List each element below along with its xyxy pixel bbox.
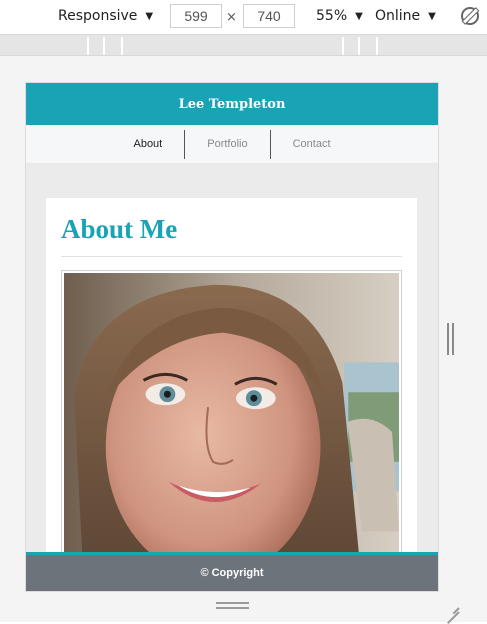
site-nav: About Portfolio Contact — [26, 125, 438, 164]
about-card: About Me — [46, 198, 417, 591]
device-select-label: Responsive — [58, 8, 138, 24]
rotate-icon[interactable] — [461, 7, 479, 25]
resize-handle-corner[interactable] — [443, 597, 459, 613]
copyright-text: © Copyright — [200, 567, 264, 579]
nav-link-portfolio[interactable]: Portfolio — [185, 130, 269, 159]
site-title[interactable]: Lee Templeton — [179, 97, 286, 112]
viewport-height-input[interactable]: 740 — [243, 4, 295, 28]
zoom-select[interactable]: 55% ▼ — [316, 8, 363, 24]
ruler-tick — [342, 37, 344, 55]
ruler-tick — [121, 37, 123, 55]
network-select-label: Online — [375, 8, 421, 24]
profile-photo — [61, 270, 402, 591]
ruler-tick — [358, 37, 360, 55]
ruler-tick — [103, 37, 105, 55]
nav-link-contact[interactable]: Contact — [271, 130, 353, 159]
portrait-image — [64, 273, 399, 588]
site-header: Lee Templeton — [26, 83, 438, 125]
nav-link-about[interactable]: About — [111, 130, 184, 159]
ruler-tick — [87, 37, 89, 55]
caret-down-icon: ▼ — [355, 10, 363, 22]
device-toolbar: Responsive ▼ 599 × 740 55% ▼ Online ▼ — [0, 0, 487, 34]
device-select[interactable]: Responsive ▼ — [58, 8, 153, 24]
heading-divider — [61, 256, 402, 257]
resize-handle-right[interactable] — [447, 323, 454, 355]
site-footer: © Copyright — [26, 552, 438, 591]
emulated-viewport: Lee Templeton About Portfolio Contact Ab… — [26, 83, 438, 591]
ruler-tick — [376, 37, 378, 55]
resize-handle-bottom[interactable] — [216, 602, 249, 609]
dimension-separator: × — [226, 10, 237, 25]
viewport-width-input[interactable]: 599 — [170, 4, 222, 28]
zoom-select-label: 55% — [316, 8, 348, 24]
network-throttle-select[interactable]: Online ▼ — [375, 8, 436, 24]
caret-down-icon: ▼ — [145, 10, 154, 22]
media-query-ruler[interactable] — [0, 34, 487, 56]
page-title: About Me — [61, 214, 178, 244]
caret-down-icon: ▼ — [428, 10, 436, 22]
